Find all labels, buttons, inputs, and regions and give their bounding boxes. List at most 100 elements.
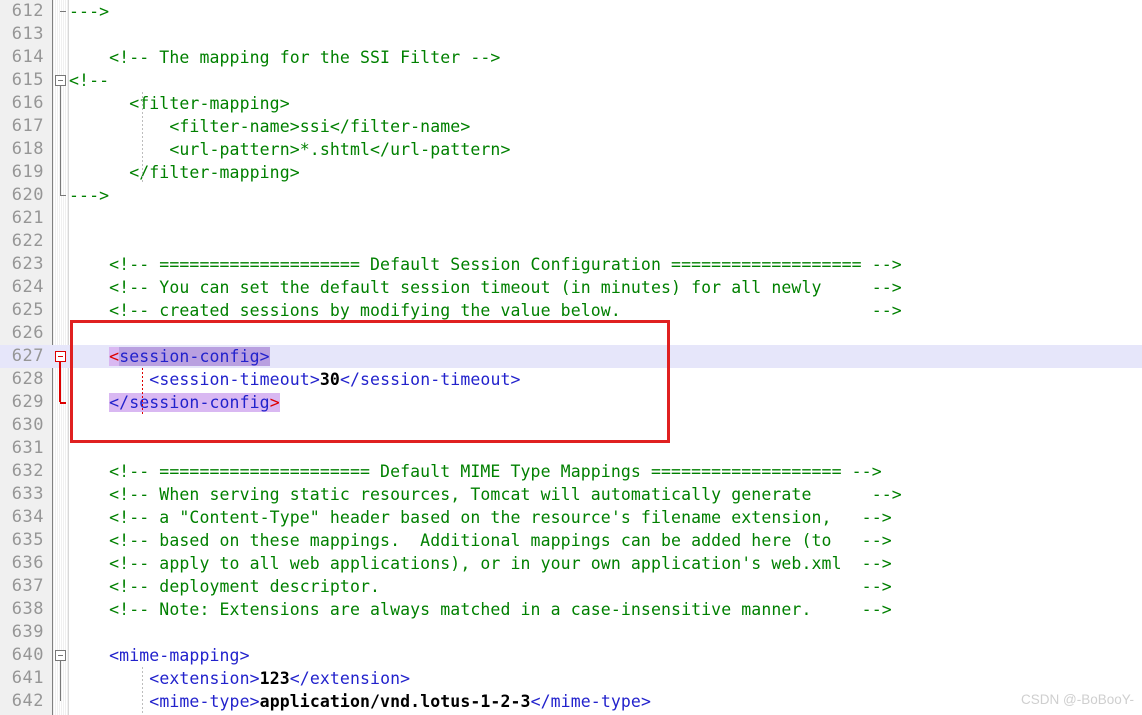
code-text[interactable]: <!-- Note: Extensions are always matched… — [69, 598, 892, 621]
fold-end-marker — [60, 195, 66, 196]
code-text[interactable]: <!-- ===================== Default MIME … — [69, 460, 882, 483]
code-line[interactable]: 628 <session-timeout>30</session-timeout… — [0, 368, 1142, 391]
indent-guide — [142, 92, 143, 184]
fold-toggle-icon[interactable] — [55, 650, 66, 661]
line-number: 619 — [11, 162, 44, 182]
code-text[interactable]: <extension>123</extension> — [69, 667, 410, 690]
code-text[interactable]: <session-config> — [69, 345, 270, 368]
code-line[interactable]: 624 <!-- You can set the default session… — [0, 276, 1142, 299]
code-line[interactable]: 620 ---> — [0, 184, 1142, 207]
code-line[interactable]: 629 </session-config> — [0, 391, 1142, 414]
fold-toggle-icon[interactable] — [55, 351, 66, 362]
code-token: <url-pattern>*.shtml</url-pattern> — [69, 140, 511, 159]
code-token: <filter-name>ssi</filter-name> — [69, 117, 471, 136]
line-number: 612 — [11, 1, 44, 21]
code-token: <!-- created sessions by modifying the v… — [69, 301, 902, 320]
code-token-highlighted: > — [269, 393, 280, 412]
code-line[interactable]: 617 <filter-name>ssi</filter-name> — [0, 115, 1142, 138]
code-line-current[interactable]: 627 <session-config> — [0, 345, 1142, 368]
line-number: 615 — [11, 70, 44, 90]
code-area[interactable]: 612 ---> 613 614 <!-- The mapping for the S… — [0, 0, 1142, 715]
code-token: 123 — [259, 669, 290, 688]
code-line[interactable]: 623 <!-- ==================== Default Se… — [0, 253, 1142, 276]
code-text[interactable]: <!-- deployment descriptor. --> — [69, 575, 892, 598]
code-text[interactable]: <!-- The mapping for the SSI Filter --> — [69, 46, 500, 69]
code-line[interactable]: 618 <url-pattern>*.shtml</url-pattern> — [0, 138, 1142, 161]
line-number: 635 — [11, 530, 44, 550]
code-text[interactable]: <!-- When serving static resources, Tomc… — [69, 483, 902, 506]
code-line[interactable]: 614 <!-- The mapping for the SSI Filter … — [0, 46, 1142, 69]
code-line[interactable]: 631 — [0, 437, 1142, 460]
code-text[interactable]: <!-- ==================== Default Sessio… — [69, 253, 902, 276]
code-line[interactable]: 638 <!-- Note: Extensions are always mat… — [0, 598, 1142, 621]
code-text[interactable]: <filter-mapping> — [69, 92, 290, 115]
code-text[interactable]: <url-pattern>*.shtml</url-pattern> — [69, 138, 511, 161]
code-text[interactable]: ---> — [69, 184, 109, 207]
line-number: 631 — [11, 438, 44, 458]
line-number: 623 — [11, 254, 44, 274]
line-number: 639 — [11, 622, 44, 642]
code-token: </session-timeout> — [339, 370, 521, 389]
code-line[interactable]: 625 <!-- created sessions by modifying t… — [0, 299, 1142, 322]
code-text[interactable]: <mime-mapping> — [69, 644, 250, 667]
code-text[interactable]: <!-- apply to all web applications), or … — [69, 552, 892, 575]
line-number: 613 — [11, 24, 44, 44]
code-text[interactable]: <mime-type>application/vnd.lotus-1-2-3</… — [69, 690, 651, 713]
code-line[interactable]: 637 <!-- deployment descriptor. --> — [0, 575, 1142, 598]
code-token: <filter-mapping> — [69, 94, 290, 113]
code-token-highlighted: session-config — [119, 347, 260, 366]
code-line[interactable]: 613 — [0, 23, 1142, 46]
code-token: ---> — [69, 186, 110, 205]
code-text[interactable]: <filter-name>ssi</filter-name> — [69, 115, 470, 138]
fold-end-marker — [60, 11, 66, 12]
code-line[interactable]: 616 <filter-mapping> — [0, 92, 1142, 115]
code-text[interactable]: <!-- — [69, 69, 109, 92]
code-line[interactable]: 642 <mime-type>application/vnd.lotus-1-2… — [0, 690, 1142, 713]
code-token: </mime-type> — [530, 692, 651, 711]
code-text[interactable]: <session-timeout>30</session-timeout> — [69, 368, 521, 391]
indent-guide — [142, 368, 143, 414]
line-number: 629 — [11, 392, 44, 412]
code-text[interactable]: <!-- based on these mappings. Additional… — [69, 529, 892, 552]
code-token: <!-- ===================== Default MIME … — [69, 462, 882, 481]
line-number: 616 — [11, 93, 44, 113]
code-text[interactable]: </filter-mapping> — [69, 161, 300, 184]
code-text[interactable]: <!-- created sessions by modifying the v… — [69, 299, 902, 322]
line-number: 642 — [11, 691, 44, 711]
code-line[interactable]: 639 — [0, 621, 1142, 644]
code-text[interactable]: <!-- You can set the default session tim… — [69, 276, 902, 299]
code-line[interactable]: 626 — [0, 322, 1142, 345]
code-line[interactable]: 633 <!-- When serving static resources, … — [0, 483, 1142, 506]
line-number: 634 — [11, 507, 44, 527]
code-line[interactable]: 632 <!-- ===================== Default M… — [0, 460, 1142, 483]
code-line[interactable]: 619 </filter-mapping> — [0, 161, 1142, 184]
code-token: <session-timeout> — [149, 370, 320, 389]
line-number: 630 — [11, 415, 44, 435]
code-line[interactable]: 641 <extension>123</extension> — [0, 667, 1142, 690]
code-editor[interactable]: 612 ---> 613 614 <!-- The mapping for the S… — [0, 0, 1142, 715]
fold-end-marker — [60, 402, 66, 404]
code-line[interactable]: 640 <mime-mapping> — [0, 644, 1142, 667]
line-number: 614 — [11, 47, 44, 67]
code-token: <!-- ==================== Default Sessio… — [69, 255, 902, 274]
code-line[interactable]: 615 <!-- — [0, 69, 1142, 92]
code-text[interactable]: ---> — [69, 0, 109, 23]
code-line[interactable]: 634 <!-- a "Content-Type" header based o… — [0, 506, 1142, 529]
code-line[interactable]: 621 — [0, 207, 1142, 230]
fold-toggle-icon[interactable] — [55, 75, 66, 86]
code-token-highlighted: < — [109, 347, 120, 366]
line-number: 625 — [11, 300, 44, 320]
code-line[interactable]: 636 <!-- apply to all web applications),… — [0, 552, 1142, 575]
code-token: <!-- You can set the default session tim… — [69, 278, 902, 297]
code-line[interactable]: 630 — [0, 414, 1142, 437]
code-line[interactable]: 612 ---> — [0, 0, 1142, 23]
code-line[interactable]: 635 <!-- based on these mappings. Additi… — [0, 529, 1142, 552]
code-line[interactable]: 622 — [0, 230, 1142, 253]
code-text[interactable]: </session-config> — [69, 391, 280, 414]
code-token: <!-- — [69, 71, 110, 90]
line-number: 617 — [11, 116, 44, 136]
code-text[interactable]: <!-- a "Content-Type" header based on th… — [69, 506, 892, 529]
